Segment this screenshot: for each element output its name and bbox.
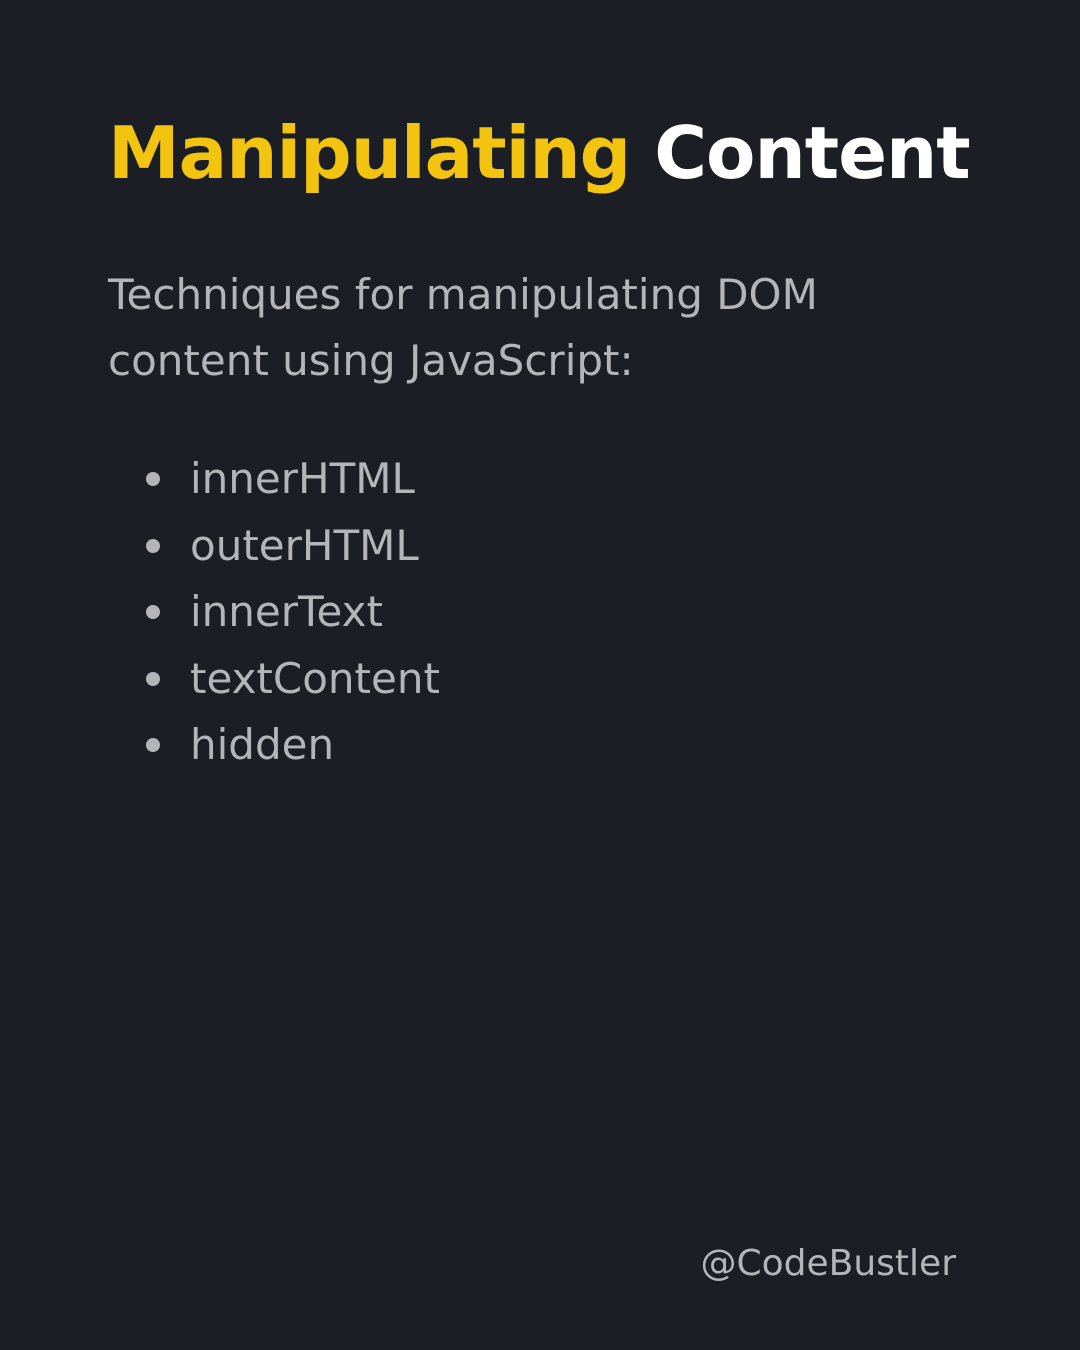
list-item: outerHTML [142, 513, 440, 580]
page-title: Manipulating Content [108, 108, 971, 198]
list-item-label: outerHTML [190, 520, 419, 570]
intro-text: Techniques for manipulating DOM content … [108, 270, 818, 385]
bullet-icon [146, 738, 160, 753]
slide: Manipulating Content Techniques for mani… [0, 0, 1080, 1350]
list-item: innerText [142, 579, 440, 646]
bullet-icon [146, 472, 160, 487]
list-item-label: hidden [190, 720, 335, 770]
list-item-label: textContent [190, 653, 440, 703]
list-item: innerHTML [142, 446, 440, 513]
bullet-icon [146, 605, 160, 620]
bullet-icon [146, 671, 160, 686]
list-item-label: innerText [190, 587, 383, 637]
list-item: hidden [142, 712, 440, 779]
list-item: textContent [142, 646, 440, 713]
technique-list: innerHTML outerHTML innerText textConten… [142, 446, 440, 779]
title-rest: Content [654, 111, 970, 195]
title-highlight: Manipulating [108, 111, 631, 195]
list-item-label: innerHTML [190, 454, 415, 504]
author-handle: @CodeBustler [700, 1243, 957, 1284]
bullet-icon [146, 538, 160, 553]
